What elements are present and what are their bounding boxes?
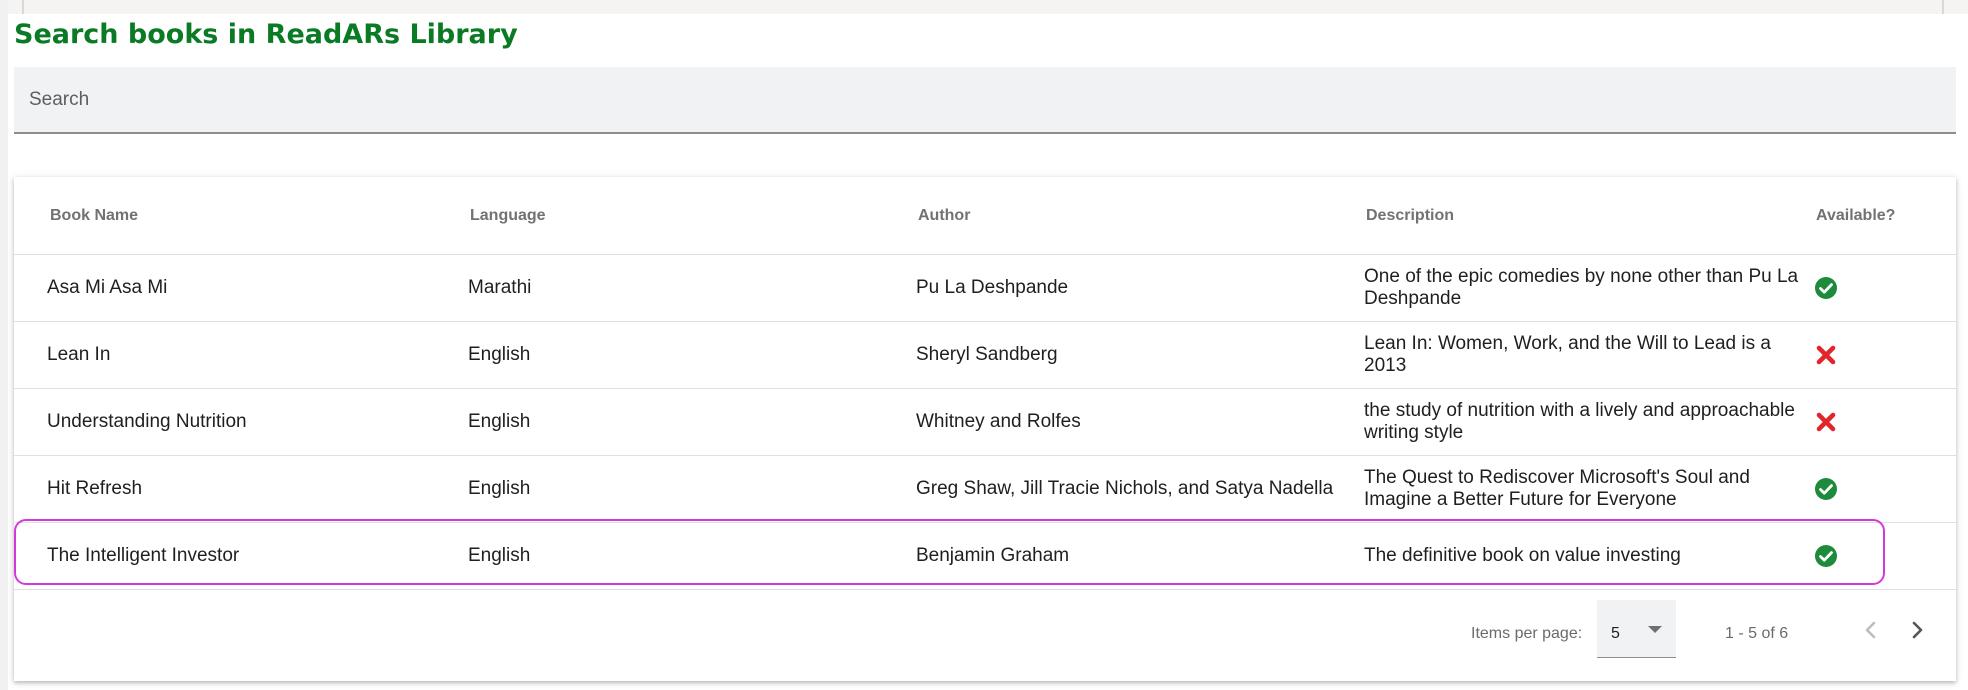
page-range-label: 1 - 5 of 6: [1725, 625, 1789, 642]
top-strip-divider: [1942, 0, 1944, 14]
search-field[interactable]: [14, 67, 1956, 134]
previous-page-button[interactable]: [1854, 613, 1888, 647]
header-language[interactable]: Language: [466, 177, 914, 255]
items-per-page-value: 5: [1611, 625, 1620, 642]
table-row[interactable]: The Intelligent Investor English Benjami…: [14, 522, 1956, 590]
close-icon: [1814, 343, 1838, 367]
paginator: Items per page: 5 1 - 5 of 6: [14, 587, 1956, 681]
next-page-button[interactable]: [1900, 613, 1934, 647]
cell-language: English: [466, 321, 914, 389]
table-row[interactable]: Lean In English Sheryl Sandberg Lean In:…: [14, 321, 1956, 389]
cell-author: Whitney and Rolfes: [914, 388, 1362, 456]
table-row[interactable]: Understanding Nutrition English Whitney …: [14, 388, 1956, 456]
cell-available: [1812, 254, 1956, 322]
page-title: Search books in ReadARs Library: [14, 19, 518, 50]
cell-language: English: [466, 388, 914, 456]
check-circle-icon: [1814, 477, 1838, 501]
cell-author: Greg Shaw, Jill Tracie Nichols, and Saty…: [914, 455, 1362, 523]
cell-book-name: The Intelligent Investor: [14, 522, 466, 590]
close-icon: [1814, 410, 1838, 434]
cell-book-name: Hit Refresh: [14, 455, 466, 523]
header-book-name[interactable]: Book Name: [14, 177, 466, 255]
cell-available: [1812, 455, 1956, 523]
check-circle-icon: [1814, 276, 1838, 300]
cell-book-name: Lean In: [14, 321, 466, 389]
books-table-card: Book Name Language Author Description Av…: [14, 177, 1956, 681]
cell-description: The definitive book on value investing: [1362, 522, 1812, 590]
cell-author: Pu La Deshpande: [914, 254, 1362, 322]
cell-language: English: [466, 455, 914, 523]
cell-author: Benjamin Graham: [914, 522, 1362, 590]
cell-description: The Quest to Rediscover Microsoft's Soul…: [1362, 455, 1812, 523]
cell-book-name: Asa Mi Asa Mi: [14, 254, 466, 322]
cell-available: [1812, 522, 1956, 590]
items-per-page-label: Items per page:: [1471, 625, 1583, 642]
check-circle-icon: [1814, 544, 1838, 568]
cell-description: One of the epic comedies by none other t…: [1362, 254, 1812, 322]
cell-description: the study of nutrition with a lively and…: [1362, 388, 1812, 456]
header-available[interactable]: Available?: [1812, 177, 1956, 255]
table-row[interactable]: Hit Refresh English Greg Shaw, Jill Trac…: [14, 455, 1956, 523]
chevron-left-icon: [1854, 613, 1888, 647]
cell-language: English: [466, 522, 914, 590]
cell-available: [1812, 388, 1956, 456]
cell-author: Sheryl Sandberg: [914, 321, 1362, 389]
top-strip: [0, 0, 1968, 14]
header-description[interactable]: Description: [1362, 177, 1812, 255]
table-header-row: Book Name Language Author Description Av…: [14, 177, 1956, 255]
cell-available: [1812, 321, 1956, 389]
search-input[interactable]: [14, 67, 1956, 132]
books-table: Book Name Language Author Description Av…: [14, 177, 1956, 590]
items-per-page-select[interactable]: 5: [1597, 600, 1676, 658]
cell-language: Marathi: [466, 254, 914, 322]
left-edge: [0, 0, 8, 690]
top-strip-divider: [22, 0, 24, 14]
dropdown-arrow-icon: [1648, 626, 1662, 633]
table-row[interactable]: Asa Mi Asa Mi Marathi Pu La Deshpande On…: [14, 254, 1956, 322]
cell-book-name: Understanding Nutrition: [14, 388, 466, 456]
chevron-right-icon: [1900, 613, 1934, 647]
cell-description: Lean In: Women, Work, and the Will to Le…: [1362, 321, 1812, 389]
header-author[interactable]: Author: [914, 177, 1362, 255]
